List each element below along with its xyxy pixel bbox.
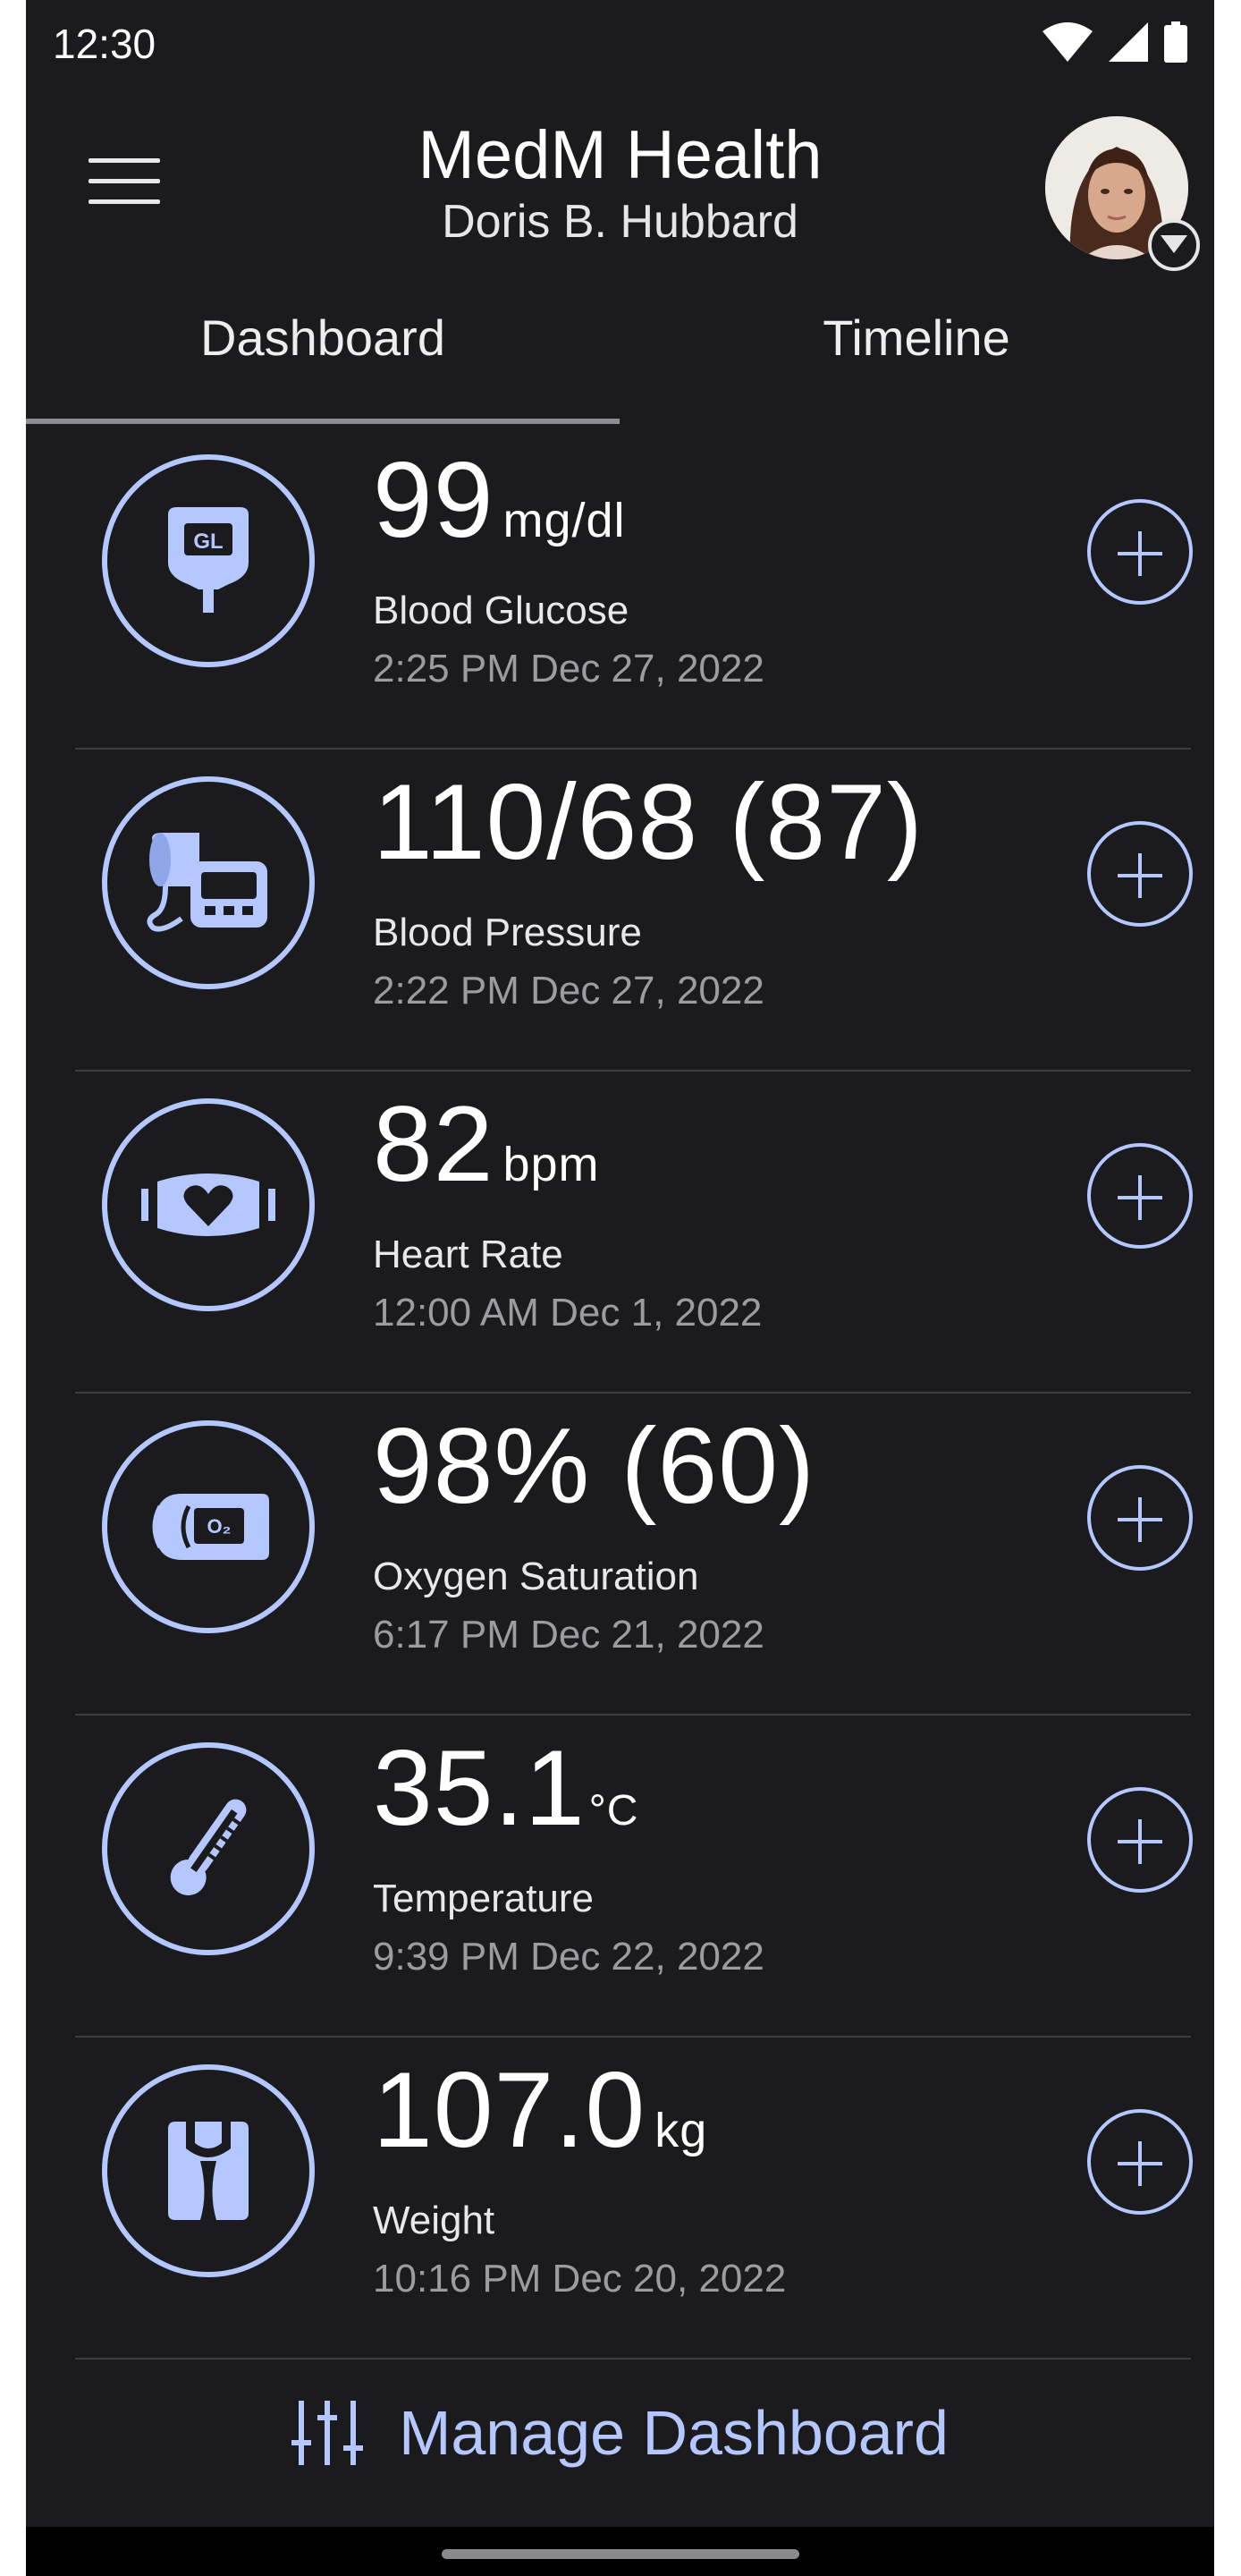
active-tab-indicator xyxy=(26,419,620,424)
scale-icon xyxy=(102,2064,315,2277)
caret-down-icon xyxy=(1161,235,1187,253)
measurement-timestamp: 2:25 PM Dec 27, 2022 xyxy=(373,647,764,691)
measurement-value: 99 mg/dl xyxy=(373,438,626,562)
measurement-value: 98% (60) xyxy=(373,1404,824,1528)
tab-dashboard[interactable]: Dashboard xyxy=(26,309,620,367)
measurement-timestamp: 9:39 PM Dec 22, 2022 xyxy=(373,1935,764,1979)
manage-dashboard-label: Manage Dashboard xyxy=(399,2398,949,2468)
oximeter-icon-label: O₂ xyxy=(207,1515,232,1538)
add-blood-glucose-button[interactable] xyxy=(1087,499,1193,605)
status-time: 12:30 xyxy=(53,21,156,67)
measurement-name: Blood Pressure xyxy=(373,911,642,954)
heart-rate-strap-icon xyxy=(102,1098,315,1311)
thermometer-icon xyxy=(102,1742,315,1955)
glucose-icon-label: GL xyxy=(193,530,223,554)
sliders-icon xyxy=(291,2401,364,2465)
measurement-name: Oxygen Saturation xyxy=(373,1555,699,1598)
battery-icon xyxy=(1164,21,1187,63)
measurement-value: 110/68 (87) xyxy=(373,760,933,884)
add-temperature-button[interactable] xyxy=(1087,1787,1193,1893)
measurement-card-blood-pressure[interactable]: 110/68 (87) Blood Pressure 2:22 PM Dec 2… xyxy=(75,750,1193,1072)
value-unit: kg xyxy=(654,2104,708,2157)
manage-dashboard-button[interactable]: Manage Dashboard xyxy=(26,2361,1214,2504)
measurement-value: 107.0 kg xyxy=(373,2048,707,2172)
value-unit: °C xyxy=(588,1787,639,1835)
add-oxygen-saturation-button[interactable] xyxy=(1087,1465,1193,1571)
value-number: 98% (60) xyxy=(373,1406,815,1526)
measurement-value: 35.1°C xyxy=(373,1726,638,1850)
measurement-card-weight[interactable]: 107.0 kg Weight 10:16 PM Dec 20, 2022 xyxy=(75,2038,1193,2360)
value-number: 107.0 xyxy=(373,2050,646,2170)
cellular-signal-icon xyxy=(1109,22,1148,62)
tab-timeline[interactable]: Timeline xyxy=(620,309,1213,367)
value-number: 110/68 (87) xyxy=(373,762,924,882)
home-gesture-handle[interactable] xyxy=(442,2549,799,2559)
pulse-oximeter-icon: O₂ xyxy=(102,1420,315,1633)
measurement-name: Heart Rate xyxy=(373,1233,563,1276)
wifi-icon xyxy=(1043,22,1093,62)
add-heart-rate-button[interactable] xyxy=(1087,1143,1193,1249)
measurement-timestamp: 6:17 PM Dec 21, 2022 xyxy=(373,1613,764,1657)
add-weight-button[interactable] xyxy=(1087,2109,1193,2215)
measurement-name: Blood Glucose xyxy=(373,589,629,632)
measurement-value: 82 bpm xyxy=(373,1082,600,1206)
measurement-timestamp: 12:00 AM Dec 1, 2022 xyxy=(373,1291,763,1335)
measurement-timestamp: 10:16 PM Dec 20, 2022 xyxy=(373,2257,787,2301)
measurement-card-heart-rate[interactable]: 82 bpm Heart Rate 12:00 AM Dec 1, 2022 xyxy=(75,1072,1193,1394)
value-number: 35.1 xyxy=(373,1728,586,1848)
blood-pressure-monitor-icon xyxy=(102,776,315,989)
status-icons xyxy=(1043,21,1187,63)
glucose-meter-icon: GL xyxy=(102,454,315,667)
measurement-card-blood-glucose[interactable]: GL 99 mg/dl Blood Glucose 2:25 PM Dec 27,… xyxy=(75,428,1193,750)
value-unit: bpm xyxy=(502,1138,600,1191)
measurement-card-temperature[interactable]: 35.1°C Temperature 9:39 PM Dec 22, 2022 xyxy=(75,1716,1193,2038)
user-name: Doris B. Hubbard xyxy=(442,196,798,248)
value-number: 99 xyxy=(373,440,494,560)
app-title: MedM Health xyxy=(418,117,823,193)
measurement-name: Weight xyxy=(373,2199,495,2242)
value-number: 82 xyxy=(373,1084,494,1204)
account-dropdown-button[interactable] xyxy=(1148,219,1200,271)
measurement-name: Temperature xyxy=(373,1877,595,1920)
value-unit: mg/dl xyxy=(502,494,626,547)
measurement-card-oxygen-saturation[interactable]: O₂ 98% (60) Oxygen Saturation 6:17 PM De… xyxy=(75,1394,1193,1716)
measurement-timestamp: 2:22 PM Dec 27, 2022 xyxy=(373,969,764,1013)
add-blood-pressure-button[interactable] xyxy=(1087,821,1193,927)
app-screen: 12:30 MedM Health Doris B. Hubbard Dashb… xyxy=(26,0,1214,2576)
